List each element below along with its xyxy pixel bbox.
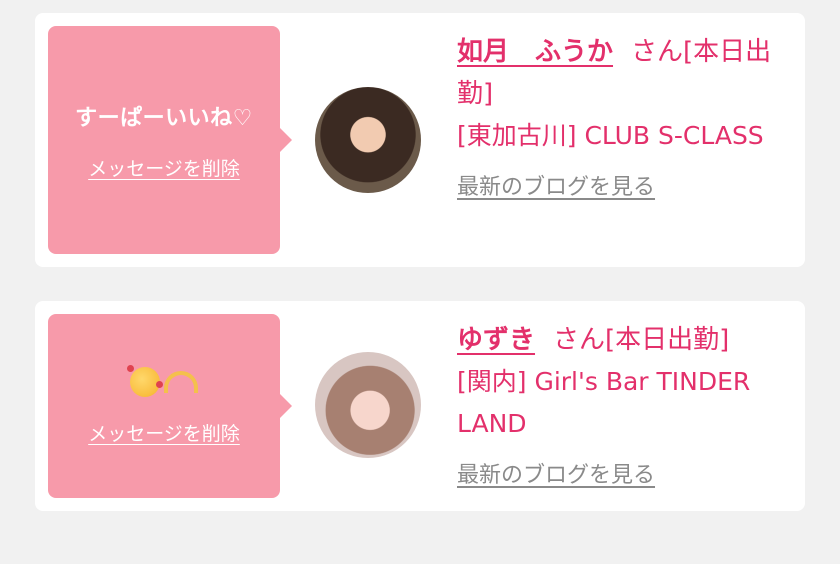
sender-status: さん[本日出勤] [553,325,730,355]
sender-info: 如月 ふうか さん[本日出勤] [東加古川] CLUB S-CLASS 最新のブロ… [457,31,797,201]
name-line: ゆずき さん[本日出勤] [457,319,797,361]
message-list: すーぱーいいね♡ メッセージを削除 如月 ふうか さん[本日出勤] [東加古川] … [0,0,840,564]
latest-blog-link[interactable]: 最新のブログを見る [457,457,655,489]
message-text: すーぱーいいね♡ [75,105,253,131]
smiling-face-with-hearts-icon [127,364,163,397]
heart-hands-icon [164,370,198,393]
message-card: メッセージを削除 ゆずき さん[本日出勤] [関内] Girl's Bar TIN… [35,301,805,511]
message-card: すーぱーいいね♡ メッセージを削除 如月 ふうか さん[本日出勤] [東加古川] … [35,13,805,267]
name-line: 如月 ふうか さん[本日出勤] [457,31,797,115]
latest-blog-link[interactable]: 最新のブログを見る [457,169,655,201]
sender-name-link[interactable]: ゆずき [457,325,535,355]
sender-name-link[interactable]: 如月 ふうか [457,37,613,67]
avatar[interactable] [315,87,421,193]
delete-message-link[interactable]: メッセージを削除 [88,154,240,181]
delete-message-link[interactable]: メッセージを削除 [88,419,240,446]
sender-info: ゆずき さん[本日出勤] [関内] Girl's Bar TINDER LAND … [457,319,797,489]
message-bubble: すーぱーいいね♡ メッセージを削除 [48,26,292,254]
shop-name: [東加古川] CLUB S-CLASS [457,121,764,150]
message-emoji [127,364,198,397]
message-bubble: メッセージを削除 [48,314,292,498]
avatar[interactable] [315,352,421,458]
shop-name: [関内] Girl's Bar TINDER LAND [457,367,751,438]
